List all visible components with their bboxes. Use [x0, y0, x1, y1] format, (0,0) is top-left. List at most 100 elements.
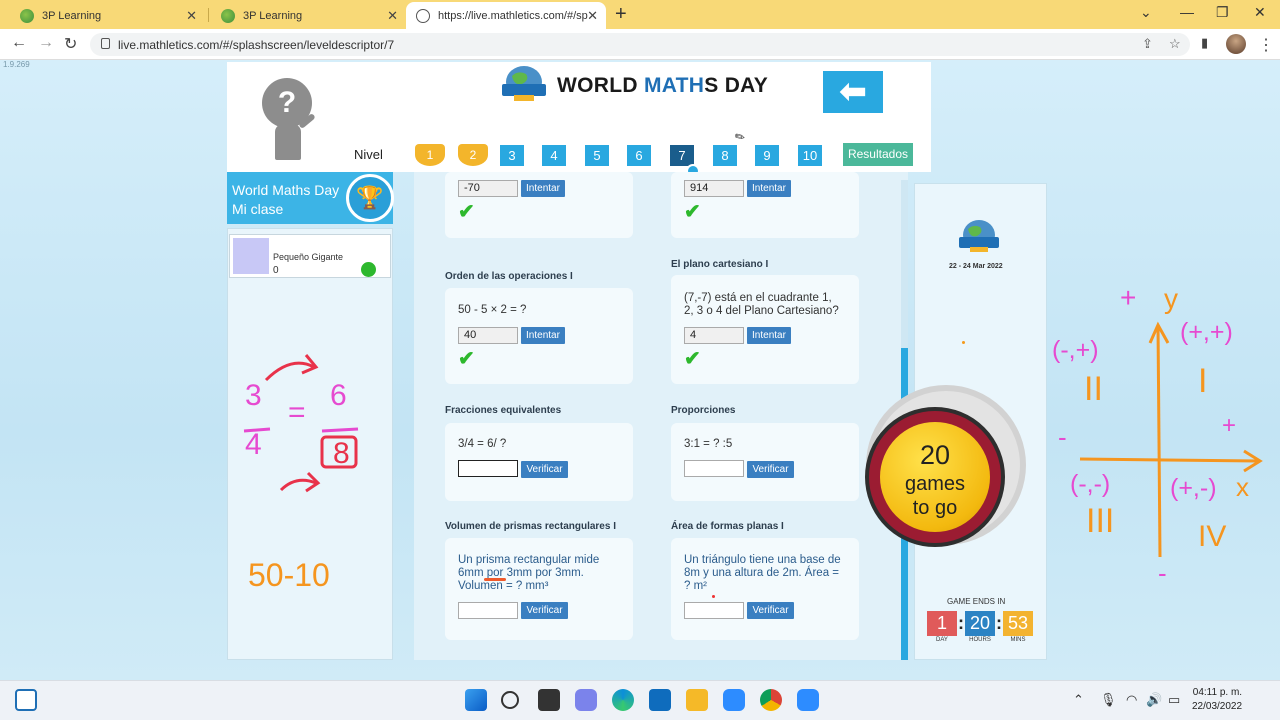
maximize-icon[interactable]: ❐ [1216, 4, 1229, 21]
browser-tab[interactable]: 3P Learning ✕ [10, 2, 205, 29]
ink-text: 50-10 [248, 557, 330, 593]
ink-cartesian-axes-icon [1079, 321, 1263, 558]
address-bar[interactable]: live.mathletics.com/#/splashscreen/level… [90, 33, 1190, 56]
level-1-badge[interactable]: 1 [415, 144, 445, 166]
question-text-line: (7,-7) está en el cuadrante 1, [684, 292, 832, 304]
intentar-button[interactable]: Intentar [747, 180, 791, 197]
resultados-button[interactable]: Resultados [843, 143, 913, 166]
event-dates: 22 - 24 Mar 2022 [949, 263, 1003, 270]
intentar-button[interactable]: Intentar [521, 327, 565, 344]
countdown-mins: 53 [1003, 611, 1033, 636]
verificar-button[interactable]: Verificar [747, 461, 794, 478]
ink-text: (+,-) [1170, 474, 1217, 502]
question-text-line: Un triángulo tiene una base de [684, 554, 841, 566]
forward-arrow-icon[interactable]: → [38, 34, 54, 52]
tab-search-icon[interactable]: ⌄ [1140, 4, 1152, 21]
side-panel-icon[interactable]: ▮ [1201, 35, 1208, 51]
nivel-label: Nivel [354, 147, 383, 162]
world-maths-day-title: WORLD MATHS DAY [557, 74, 769, 97]
student-score: 0 [273, 265, 279, 276]
reload-icon[interactable]: ↻ [64, 34, 77, 54]
level-6-button[interactable]: 6 [627, 145, 651, 166]
answer-input[interactable] [458, 602, 518, 619]
volume-icon[interactable]: 🔊 [1146, 692, 1162, 708]
countdown-days: 1 [927, 611, 957, 636]
question-title: Fracciones equivalentes [445, 405, 562, 416]
new-tab-icon[interactable]: + [615, 3, 627, 26]
lock-icon [101, 38, 110, 49]
ink-underline [484, 578, 506, 581]
level-4-button[interactable]: 4 [542, 145, 566, 166]
student-name: Pequeño Gigante [273, 252, 344, 262]
zoom-meeting-icon[interactable] [797, 689, 819, 711]
intentar-button[interactable]: Intentar [521, 180, 565, 197]
level-9-button[interactable]: 9 [755, 145, 779, 166]
system-clock[interactable]: 04:11 p. m. 22/03/2022 [1192, 686, 1242, 714]
tab-title: https://live.mathletics.com/#/spla [438, 9, 588, 22]
back-arrow-icon[interactable]: ← [11, 34, 27, 52]
ink-dot [712, 595, 715, 598]
back-button[interactable]: ⬅ [823, 71, 883, 113]
answer-input[interactable]: 914 [684, 180, 744, 197]
verificar-button[interactable]: Verificar [521, 602, 568, 619]
verificar-button[interactable]: Verificar [747, 602, 794, 619]
answer-input[interactable] [458, 460, 518, 477]
ink-dot [962, 341, 965, 344]
chat-icon[interactable] [575, 689, 597, 711]
chevron-up-icon[interactable]: ⌃ [1073, 692, 1084, 708]
answer-input[interactable]: -70 [458, 180, 518, 197]
ink-text: III [1086, 502, 1115, 540]
intentar-button[interactable]: Intentar [747, 327, 791, 344]
search-icon[interactable] [501, 691, 519, 709]
ink-text: + [1222, 412, 1237, 439]
question-text-line: Volumen = ? mm³ [458, 580, 549, 592]
chrome-icon[interactable] [760, 689, 782, 711]
tab-title: 3P Learning [42, 9, 102, 22]
ink-text: (+,+) [1180, 318, 1233, 346]
bookmark-star-icon[interactable]: ☆ [1169, 36, 1181, 52]
level-8-button[interactable]: 8 [713, 145, 737, 166]
minimize-icon[interactable]: — [1180, 4, 1194, 20]
mail-icon[interactable] [649, 689, 671, 711]
level-2-badge[interactable]: 2 [458, 144, 488, 166]
file-explorer-icon[interactable] [686, 689, 708, 711]
games-label: games [904, 473, 966, 495]
profile-avatar[interactable] [1226, 34, 1246, 54]
close-tab-icon[interactable]: ✕ [587, 8, 598, 24]
answer-input[interactable] [684, 602, 744, 619]
edge-icon[interactable] [612, 689, 634, 711]
zoom-icon[interactable] [723, 689, 745, 711]
level-7-button-selected[interactable]: 7 [670, 145, 694, 166]
world-maths-day-logo-icon [502, 66, 546, 101]
level-10-button[interactable]: 10 [798, 145, 822, 166]
ink-text: (-,+) [1052, 336, 1099, 364]
trophy-icon[interactable]: 🏆 [346, 174, 394, 222]
widgets-icon[interactable] [15, 689, 37, 711]
browser-tab-active[interactable]: https://live.mathletics.com/#/spla ✕ [406, 2, 606, 29]
tab-title: 3P Learning [243, 9, 303, 22]
ink-text: IV [1198, 520, 1227, 553]
answer-input[interactable]: 40 [458, 327, 518, 344]
ink-text: y [1164, 283, 1178, 314]
answer-input[interactable] [684, 460, 744, 477]
verificar-button[interactable]: Verificar [521, 461, 568, 478]
close-tab-icon[interactable]: ✕ [387, 8, 398, 24]
close-window-icon[interactable]: ✕ [1254, 4, 1266, 21]
battery-icon[interactable]: ▭ [1168, 692, 1180, 708]
start-windows-icon[interactable] [465, 689, 487, 711]
level-5-button[interactable]: 5 [585, 145, 609, 166]
menu-kebab-icon[interactable]: ⋮ [1258, 35, 1274, 55]
ink-text: - [1158, 558, 1167, 588]
close-tab-icon[interactable]: ✕ [186, 8, 197, 24]
browser-tab[interactable]: 3P Learning ✕ [211, 2, 406, 29]
task-view-icon[interactable] [538, 689, 560, 711]
wifi-icon[interactable]: ◠ [1126, 692, 1137, 708]
level-3-button[interactable]: 3 [500, 145, 524, 166]
world-maths-day-small-logo-icon [959, 220, 999, 252]
microphone-icon[interactable]: 🎙 [1100, 692, 1117, 708]
answer-input[interactable]: 4 [684, 327, 744, 344]
countdown-colon: : [996, 613, 1002, 633]
ink-text: (-,-) [1070, 470, 1111, 498]
ink-text: = [288, 396, 306, 429]
share-icon[interactable]: ⇪ [1142, 36, 1153, 52]
